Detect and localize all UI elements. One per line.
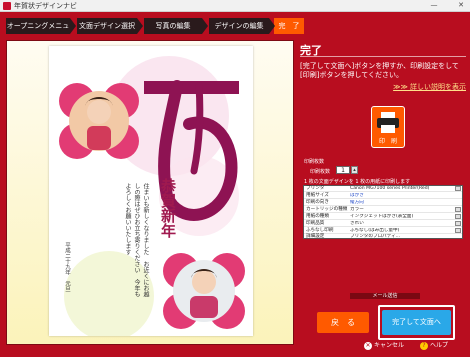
step-complete[interactable]: 完 了 [274,18,304,34]
mail-send-label: メール送信 [372,293,398,299]
help-button[interactable]: ? ヘルプ [420,340,448,352]
card-message: 住まいも新しくなりました お近くにお越しの際はぜひお立ち寄りください 今年もよろ… [124,183,149,297]
setting-value: インクジェットはがき(表全面) [350,214,414,219]
panel-description: [完了して文面へ]ボタンを押すか、印刷設定をして[印刷]ボタンを押してください。 [300,62,459,79]
finish-to-layout-button[interactable]: 完了して文面へ [382,310,451,335]
print-label: 印 刷 [378,138,397,145]
card-greeting: 恭賀新年 [159,178,177,238]
help-label: ヘルプ [430,342,449,349]
app-icon [3,2,11,10]
cancel-button[interactable]: ✕ キャンセル [364,340,404,352]
minimize-button[interactable]: — [427,0,441,11]
print-settings-heading: 1 枚の文面デザインを 1 枚の用紙に印刷します [304,179,411,185]
window-title: 年賀状デザインナビ [14,2,77,10]
setting-row[interactable]: プリンタ Canon MG7100 series Printer(Red) [304,186,462,192]
print-button[interactable]: 印 刷 [371,106,405,148]
setting-key: 用紙の種類 [306,214,329,219]
setting-value: Canon MG7100 series Printer(Red) [350,186,430,191]
copies-input[interactable]: 1 [336,166,350,174]
step-label: 写真の編集 [155,22,191,30]
dropdown-arrow-icon[interactable] [455,207,461,212]
dropdown-arrow-icon[interactable] [455,214,461,219]
setting-row[interactable]: 用紙サイズ はがき [304,193,462,199]
setting-key: 詳細設定 [306,234,325,239]
panel-divider [300,56,466,57]
card-preview-area: 恭賀新年 住まいも新しくなりました お近くにお越しの際はぜひお立ち寄りください … [6,40,294,345]
new-year-card: 恭賀新年 住まいも新しくなりました お近くにお越しの際はぜひお立ち寄りください … [49,46,253,336]
copies-heading: 印刷枚数 [304,159,325,165]
setting-key: 印刷品質 [306,221,325,226]
setting-value: はがき [350,193,364,198]
step-design-edit[interactable]: デザインの編集 [209,18,275,34]
step-opening-menu[interactable]: オープニングメニュー [6,18,76,46]
dropdown-arrow-icon[interactable] [455,221,461,226]
setting-row[interactable]: カートリッジの種類 カラー [304,207,462,213]
setting-key: 印刷の向き [306,200,329,205]
cancel-label: キャンセル [374,342,405,349]
setting-row[interactable]: 印刷品質 きれい [304,221,462,227]
help-icon: ? [420,341,428,350]
photo-frame-bottom [163,253,245,329]
close-window-button[interactable]: ✕ [454,0,468,11]
setting-value: カラー [350,207,364,212]
card-date: 平成二十九年 元旦 [64,242,70,292]
photo-frame-top [59,83,139,159]
setting-row[interactable]: 印刷の向き 縦方向 [304,200,462,206]
setting-key: カートリッジの種類 [306,207,348,212]
setting-key: 用紙サイズ [306,193,329,198]
copies-stepper[interactable]: ▴ [351,166,358,174]
detail-help-link[interactable]: ≫≫ 詳しい説明を表示 [386,82,466,92]
setting-value: プリンタのプロパティ... [350,234,401,239]
step-design-select[interactable]: 文面デザイン選択 [77,18,143,34]
setting-row[interactable]: 詳細設定 プリンタのプロパティ... [304,234,462,240]
print-settings-table: プリンタ Canon MG7100 series Printer(Red) 用紙サ… [303,185,463,239]
setting-key: プリンタ [306,186,325,191]
cancel-icon: ✕ [364,341,372,350]
setting-value: きれい [350,221,364,226]
step-navigation: オープニングメニュー 文面デザイン選択 写真の編集 デザインの編集 完 了 [6,18,306,46]
window-titlebar: 年賀状デザインナビ — ✕ [0,0,470,12]
copies-label: 印刷枚数 [310,169,331,175]
setting-row[interactable]: 用紙の種類 インクジェットはがき(表全面) [304,214,462,220]
printer-icon [377,112,399,133]
setting-value: 縦方向 [350,200,364,205]
step-label: 文面デザイン選択 [79,22,135,30]
step-photo-edit[interactable]: 写真の編集 [144,18,208,34]
step-label: 完 了 [278,22,300,30]
step-label: デザインの編集 [214,22,264,30]
dropdown-arrow-icon[interactable] [455,186,461,191]
dropdown-arrow-icon[interactable] [455,228,461,233]
back-button[interactable]: 戻 る [317,312,369,333]
